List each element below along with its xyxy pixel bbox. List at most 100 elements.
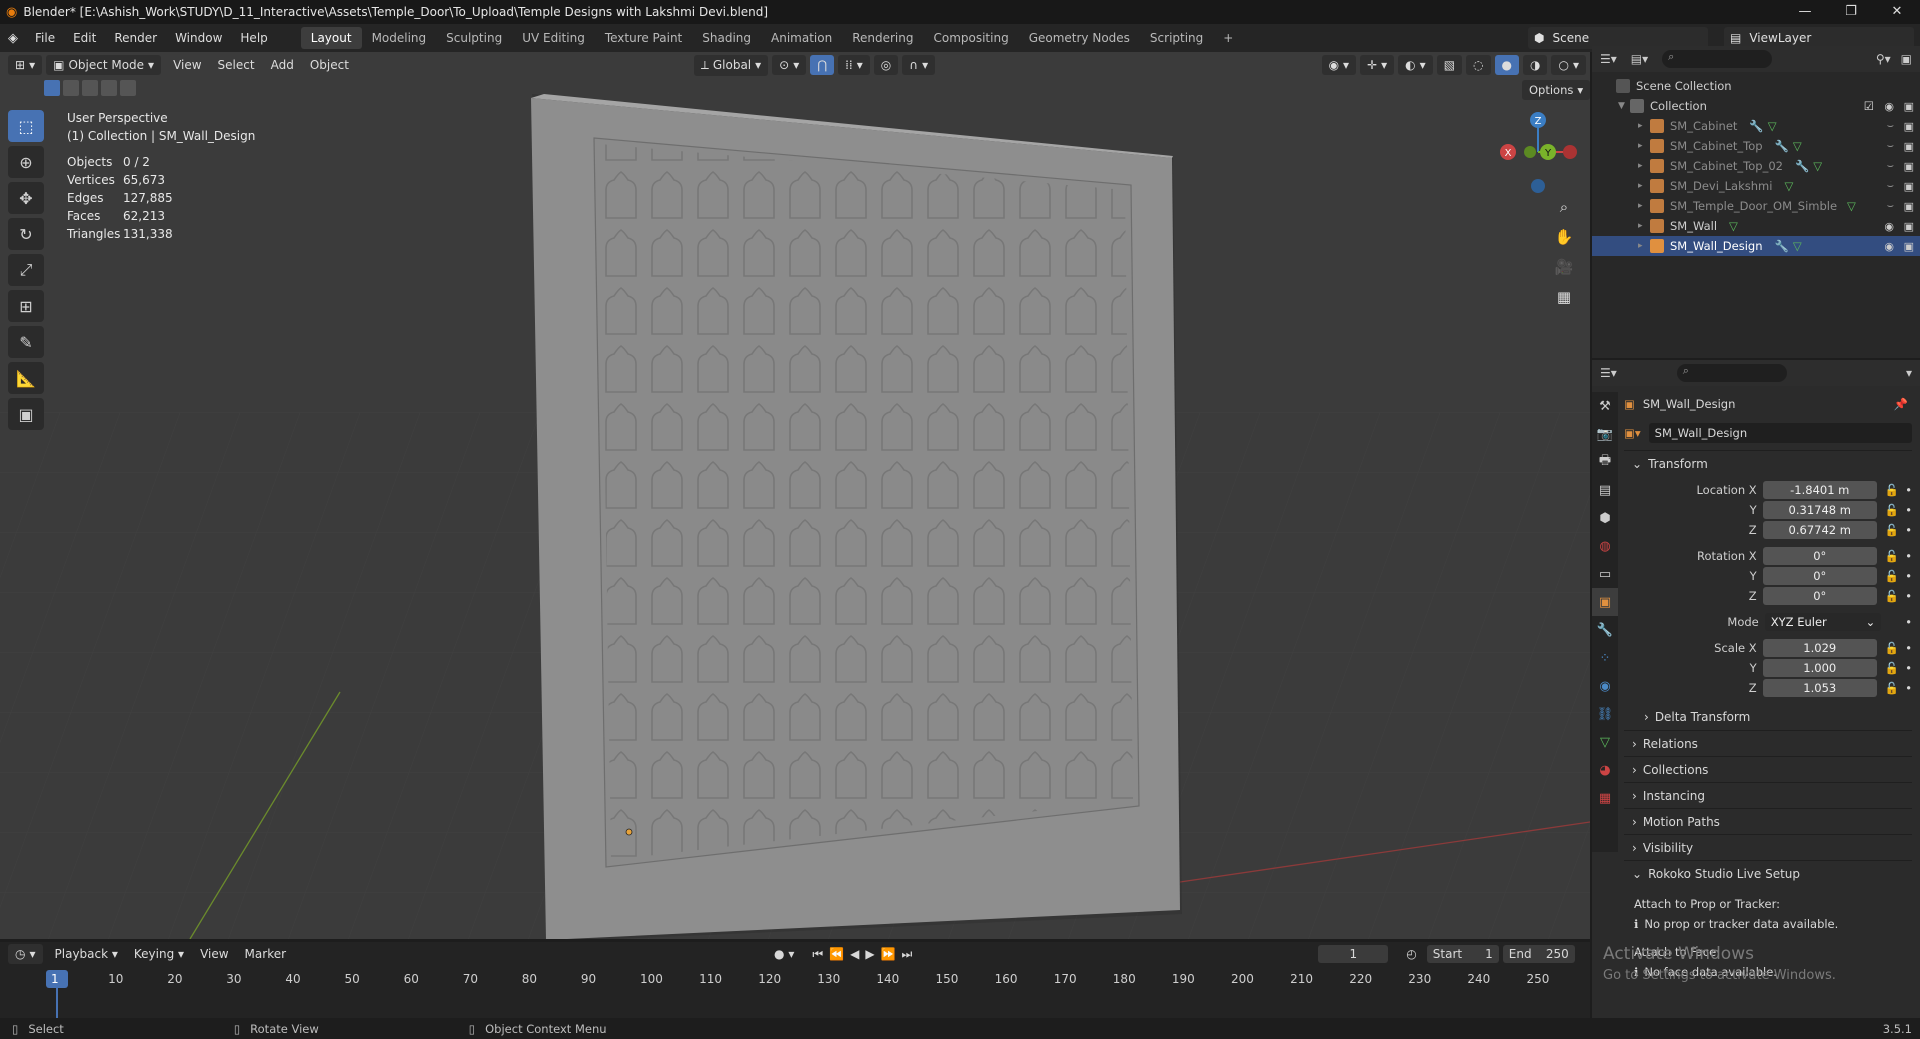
location-z-field[interactable]: 0.67742 m	[1762, 521, 1877, 539]
menu-add[interactable]: Add	[263, 58, 302, 72]
shading-rendered[interactable]: ○ ▾	[1551, 55, 1586, 75]
filter-icon[interactable]: ⚲▾	[1876, 52, 1891, 66]
wall-object[interactable]	[531, 94, 1182, 939]
outliner-item-sm-cabinet[interactable]: ▸ SM_Cabinet 🔧 ▽ ⌣ ▣	[1592, 116, 1920, 136]
visibility-dropdown[interactable]: ◉ ▾	[1321, 55, 1357, 75]
lock-icon[interactable]: 🔓	[1885, 503, 1899, 517]
keyframe-dot-icon[interactable]: •	[1905, 523, 1912, 537]
tab-sculpting[interactable]: Sculpting	[436, 27, 512, 49]
tab-compositing[interactable]: Compositing	[923, 27, 1018, 49]
menu-file[interactable]: File	[26, 31, 64, 45]
falloff-dropdown[interactable]: ∩ ▾	[902, 55, 936, 75]
collections-section[interactable]: › Collections	[1624, 756, 1912, 782]
scale-y-field[interactable]: 1.000	[1762, 659, 1877, 677]
delta-transform-section[interactable]: › Delta Transform	[1624, 704, 1912, 730]
output-tab-icon[interactable]: 🖶	[1592, 448, 1618, 476]
camera-render-icon[interactable]: ▣	[1904, 240, 1914, 253]
keyframe-dot-icon[interactable]: •	[1905, 681, 1912, 695]
camera-icon[interactable]: 🎥	[1552, 258, 1576, 288]
transform-tool[interactable]: ⊞	[8, 290, 44, 322]
gizmo-x-pos-icon[interactable]	[1563, 145, 1577, 159]
editor-type-button[interactable]: ⊞ ▾	[8, 55, 43, 75]
expand-icon[interactable]: ▸	[1638, 121, 1650, 131]
gizmo-toggle[interactable]: ✛ ▾	[1360, 55, 1395, 75]
lock-icon[interactable]: 🔓	[1885, 589, 1899, 603]
outliner-scene-collection[interactable]: Scene Collection	[1592, 76, 1920, 96]
select-new-icon[interactable]	[44, 80, 60, 96]
tab-rendering[interactable]: Rendering	[842, 27, 923, 49]
outliner-item-sm-cabinet-top[interactable]: ▸ SM_Cabinet_Top 🔧 ▽ ⌣ ▣	[1592, 136, 1920, 156]
shading-solid[interactable]: ●	[1494, 55, 1519, 75]
menu-window[interactable]: Window	[166, 31, 231, 45]
texture-tab-icon[interactable]: ▦	[1592, 784, 1618, 812]
select-intersect-icon[interactable]	[120, 80, 136, 96]
ortho-grid-icon[interactable]: ▦	[1552, 288, 1576, 318]
select-extend-icon[interactable]	[63, 80, 79, 96]
measure-tool[interactable]: 📐	[8, 362, 44, 394]
menu-help[interactable]: Help	[231, 31, 276, 45]
gizmo-y-neg-icon[interactable]	[1524, 146, 1536, 158]
camera-render-icon[interactable]: ▣	[1904, 120, 1914, 133]
annotate-tool[interactable]: ✎	[8, 326, 44, 358]
add-workspace-button[interactable]: +	[1213, 27, 1243, 49]
camera-render-icon[interactable]: ▣	[1904, 180, 1914, 193]
relations-section[interactable]: › Relations	[1624, 730, 1912, 756]
expand-icon[interactable]: ▸	[1638, 201, 1650, 211]
pin-icon[interactable]: 📌	[1894, 397, 1908, 411]
camera-render-icon[interactable]: ▣	[1904, 160, 1914, 173]
camera-render-icon[interactable]: ▣	[1904, 140, 1914, 153]
xray-toggle[interactable]: ▧	[1436, 55, 1463, 75]
tab-animation[interactable]: Animation	[761, 27, 842, 49]
menu-object[interactable]: Object	[302, 58, 357, 72]
world-tab-icon[interactable]: ◍	[1592, 532, 1618, 560]
shading-material[interactable]: ◑	[1523, 55, 1548, 75]
tab-scripting[interactable]: Scripting	[1140, 27, 1213, 49]
expand-icon[interactable]: ▸	[1638, 141, 1650, 151]
rokoko-section[interactable]: ⌄ Rokoko Studio Live Setup	[1624, 860, 1912, 886]
snap-toggle[interactable]: ⋂	[810, 55, 835, 75]
tab-layout[interactable]: Layout	[300, 27, 362, 49]
properties-options-icon[interactable]: ▾	[1906, 366, 1912, 380]
scale-z-field[interactable]: 1.053	[1762, 679, 1877, 697]
outliner-editor-icon[interactable]: ☰▾	[1600, 52, 1617, 66]
collection-checkbox[interactable]: ☑	[1864, 99, 1874, 113]
snap-dropdown[interactable]: ⁞⁞ ▾	[838, 55, 870, 75]
cursor-tool[interactable]: ⊕	[8, 146, 44, 178]
hidden-eye-icon[interactable]: ⌣	[1887, 199, 1894, 213]
datablock-type-icon[interactable]: ▣▾	[1624, 426, 1641, 440]
rotation-y-field[interactable]: 0°	[1762, 567, 1877, 585]
tab-modeling[interactable]: Modeling	[362, 27, 437, 49]
wall-design-object[interactable]	[593, 137, 1140, 868]
scale-tool[interactable]: ⤢	[8, 254, 44, 286]
outliner-item-sm-temple-door[interactable]: ▸ SM_Temple_Door_OM_Simble ▽ ⌣ ▣	[1592, 196, 1920, 216]
tab-geometry-nodes[interactable]: Geometry Nodes	[1019, 27, 1140, 49]
shading-wireframe[interactable]: ◌	[1466, 55, 1491, 75]
gizmo-z-neg-icon[interactable]	[1531, 179, 1545, 193]
hidden-eye-icon[interactable]: ⌣	[1887, 139, 1894, 153]
lock-icon[interactable]: 🔓	[1885, 641, 1899, 655]
menu-render[interactable]: Render	[105, 31, 166, 45]
overlay-toggle[interactable]: ◐ ▾	[1398, 55, 1433, 75]
eye-icon[interactable]: ◉	[1884, 240, 1894, 253]
select-subtract-icon[interactable]	[82, 80, 98, 96]
keyframe-dot-icon[interactable]: •	[1905, 503, 1912, 517]
orientation-dropdown[interactable]: ⟂ Global ▾	[693, 54, 769, 76]
outliner-item-sm-cabinet-top-02[interactable]: ▸ SM_Cabinet_Top_02 🔧 ▽ ⌣ ▣	[1592, 156, 1920, 176]
constraints-tab-icon[interactable]: ⛓	[1592, 700, 1618, 728]
select-box-tool[interactable]: ⬚	[8, 110, 44, 142]
particles-tab-icon[interactable]: ⁘	[1592, 644, 1618, 672]
expand-icon[interactable]: ▸	[1638, 241, 1650, 251]
keyframe-dot-icon[interactable]: •	[1905, 589, 1912, 603]
rotation-mode-dropdown[interactable]: XYZ Euler ⌄	[1764, 613, 1882, 631]
expand-icon[interactable]: ▸	[1638, 161, 1650, 171]
eye-icon[interactable]: ◉	[1884, 220, 1894, 233]
modifier-tab-icon[interactable]: 🔧	[1592, 616, 1618, 644]
pan-hand-icon[interactable]: ✋	[1552, 228, 1576, 258]
lock-icon[interactable]: 🔓	[1885, 569, 1899, 583]
motion-paths-section[interactable]: › Motion Paths	[1624, 808, 1912, 834]
menu-edit[interactable]: Edit	[64, 31, 105, 45]
lock-icon[interactable]: 🔓	[1885, 483, 1899, 497]
hidden-eye-icon[interactable]: ⌣	[1887, 119, 1894, 133]
outliner-item-sm-wall-design[interactable]: ▸ SM_Wall_Design 🔧 ▽ ◉ ▣	[1592, 236, 1920, 256]
eye-icon[interactable]: ◉	[1884, 100, 1894, 113]
